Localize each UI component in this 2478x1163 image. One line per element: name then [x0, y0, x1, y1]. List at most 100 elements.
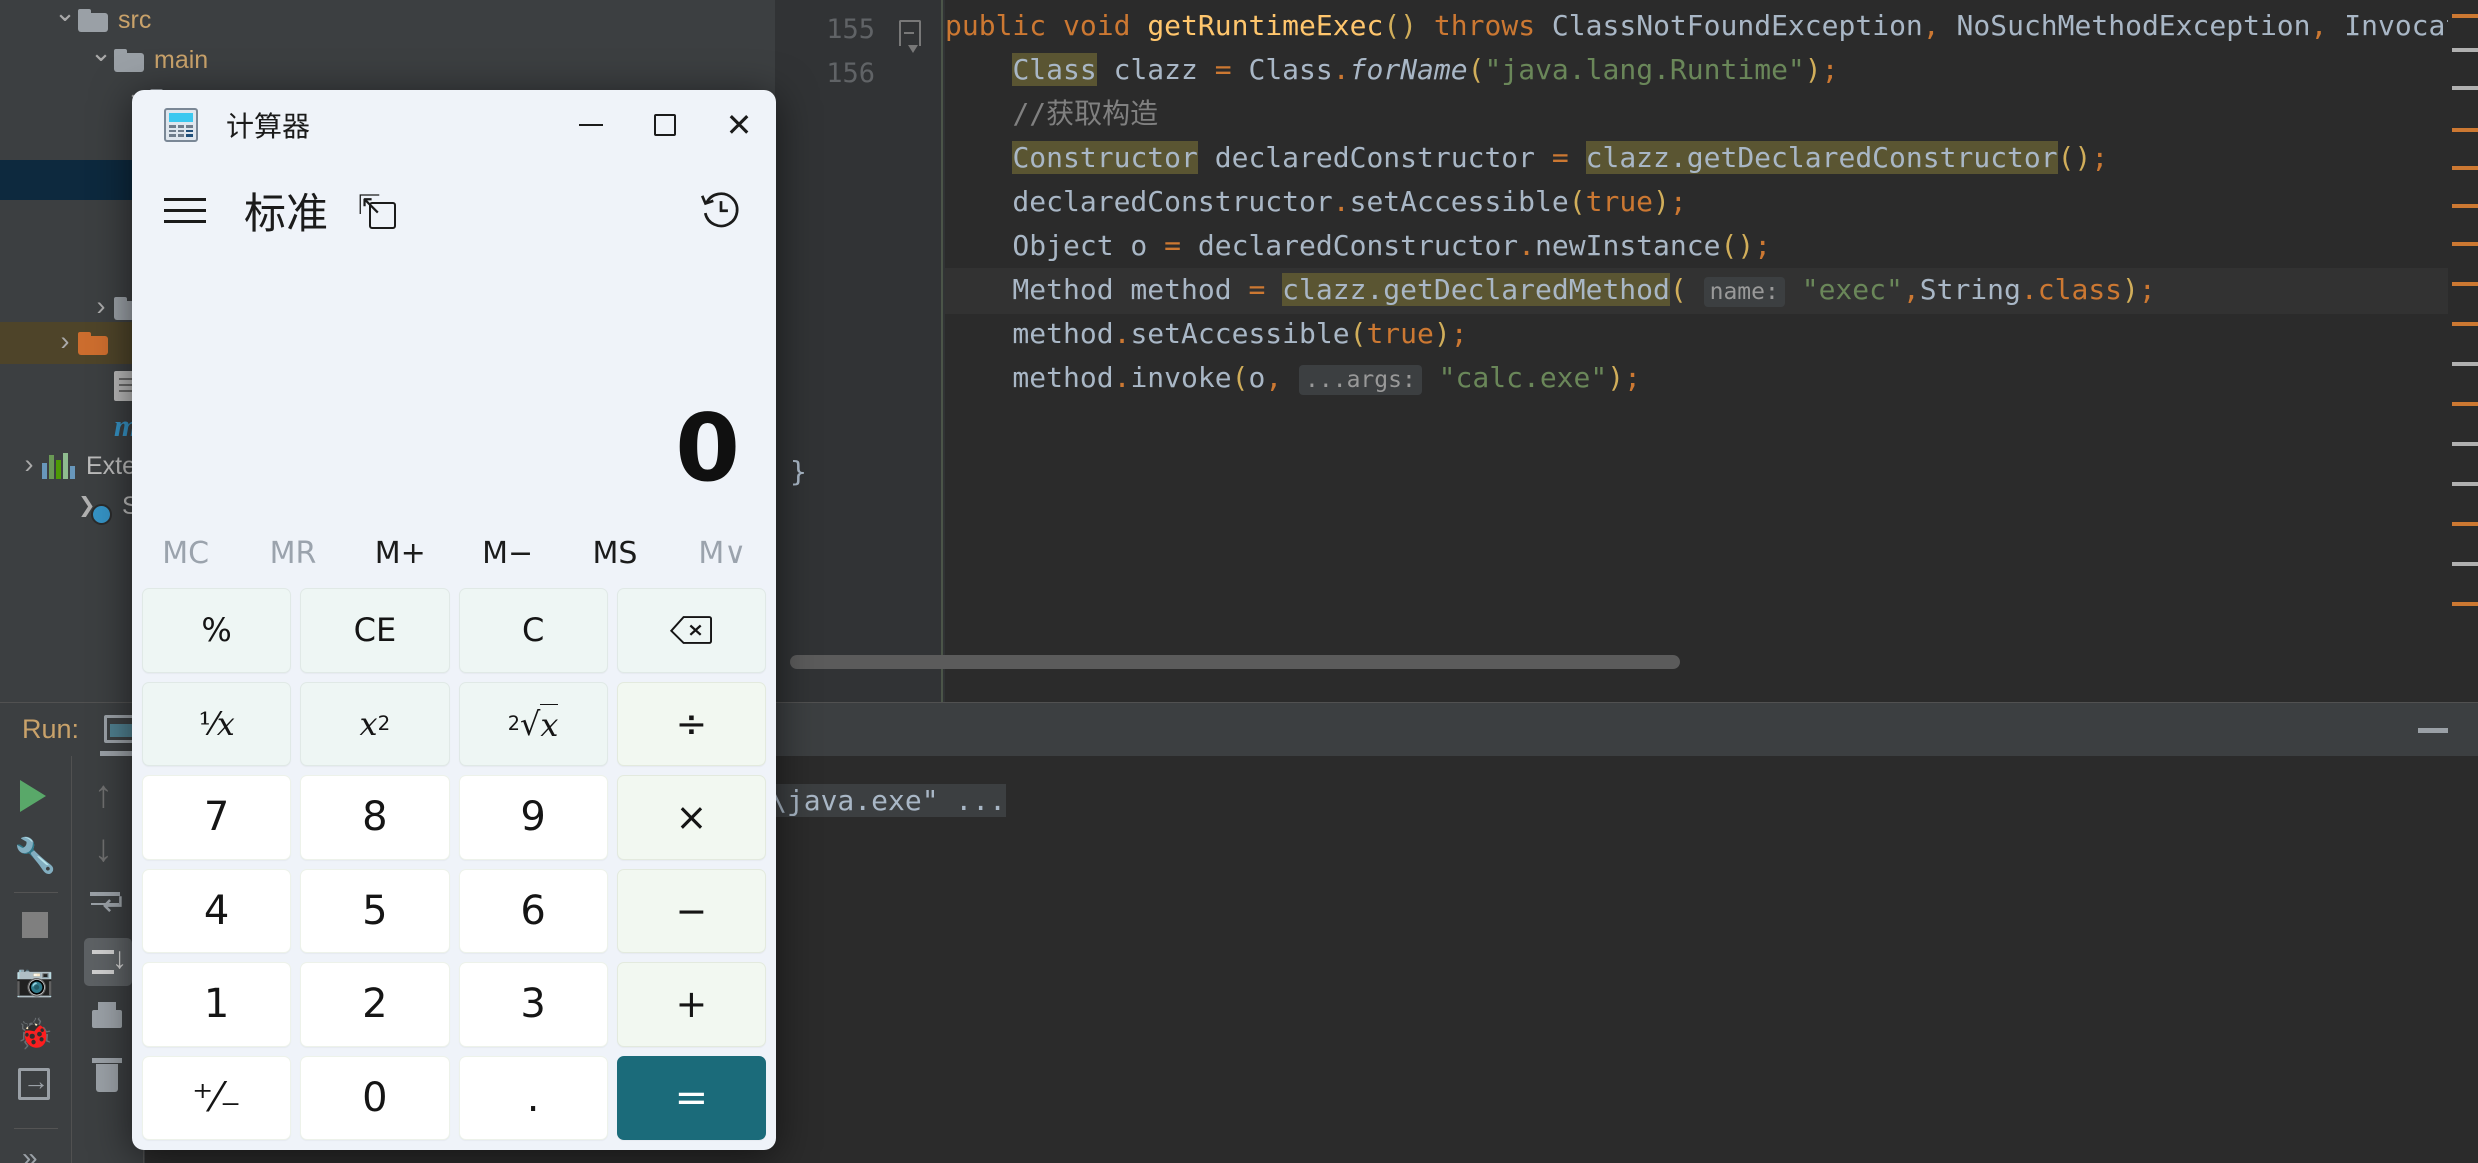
calculator-window[interactable]: 计算器 ✕ 标准 ⇱ 0 MC MR M+ M− MS M∨ % CE C ¹⁄… — [132, 90, 776, 1150]
tree-item-label: src — [118, 5, 152, 34]
keep-on-top-icon[interactable]: ⇱ — [358, 191, 397, 229]
clear-entry-key[interactable]: CE — [300, 588, 450, 673]
code-line: method.invoke(o, ...args: "calc.exe"); — [945, 361, 1641, 395]
bug-icon[interactable] — [14, 1012, 58, 1056]
subtract-key[interactable]: − — [616, 868, 766, 953]
tree-item-main[interactable]: main — [0, 40, 775, 80]
code-line: Constructor declaredConstructor = clazz.… — [1012, 141, 2109, 174]
memory-recall-button[interactable]: MR — [239, 522, 346, 584]
run-toolbar-primary: » — [0, 756, 72, 1163]
editor-marker — [2452, 48, 2478, 52]
editor-marker — [2452, 602, 2478, 606]
down-arrow-icon[interactable] — [86, 828, 130, 872]
folder-icon-orange — [78, 331, 108, 355]
zero-key[interactable]: 0 — [300, 1055, 450, 1140]
close-icon[interactable]: ✕ — [702, 90, 776, 160]
percent-key[interactable]: % — [142, 588, 292, 673]
scroll-to-end-icon[interactable] — [84, 938, 132, 986]
memory-clear-button[interactable]: MC — [132, 522, 239, 584]
minimize-icon[interactable] — [2418, 728, 2448, 733]
five-key[interactable]: 5 — [300, 868, 450, 953]
chevron-right-icon[interactable] — [52, 321, 78, 365]
backspace-key[interactable] — [616, 588, 766, 673]
memory-list-button[interactable]: M∨ — [669, 522, 776, 584]
maximize-icon[interactable] — [628, 90, 702, 160]
editor-marker — [2452, 242, 2478, 246]
calculator-mode-label: 标准 — [244, 188, 329, 238]
calculator-display: 0 — [132, 260, 776, 520]
add-key[interactable]: + — [616, 962, 766, 1047]
code-line: Class clazz = Class.forName("java.lang.R… — [1012, 53, 1839, 86]
hamburger-icon[interactable] — [164, 195, 206, 225]
tree-item-src[interactable]: src — [0, 0, 775, 40]
nine-key[interactable]: 9 — [458, 775, 608, 860]
soft-wrap-icon[interactable] — [86, 884, 130, 928]
decimal-key[interactable]: . — [458, 1055, 608, 1140]
code-fold-icon[interactable] — [899, 20, 921, 53]
camera-icon[interactable] — [14, 958, 58, 1002]
memory-add-button[interactable]: M+ — [347, 522, 454, 584]
editor-marker — [2452, 282, 2478, 286]
editor-marker — [2452, 402, 2478, 406]
code-fold-line — [941, 0, 943, 702]
editor-marker — [2452, 522, 2478, 526]
calculator-modebar: 标准 ⇱ — [132, 160, 776, 260]
window-controls: ✕ — [554, 90, 776, 160]
four-key[interactable]: 4 — [142, 868, 292, 953]
chevron-down-icon[interactable] — [52, 0, 78, 42]
code-close-brace: } — [790, 455, 807, 488]
trash-icon[interactable] — [86, 1054, 130, 1098]
tree-item-label: Exte — [86, 451, 137, 480]
print-icon[interactable] — [86, 998, 130, 1042]
seven-key[interactable]: 7 — [142, 775, 292, 860]
memory-store-button[interactable]: MS — [561, 522, 668, 584]
code-editor[interactable]: public void getRuntimeExec() throws Clas… — [945, 0, 2448, 660]
minimize-icon[interactable] — [554, 90, 628, 160]
chevron-right-icon[interactable] — [16, 444, 42, 488]
three-key[interactable]: 3 — [458, 962, 608, 1047]
memory-subtract-button[interactable]: M− — [454, 522, 561, 584]
square-root-key[interactable]: 2 √ x — [458, 681, 608, 766]
code-line: Object o = declaredConstructor.newInstan… — [945, 229, 1772, 262]
six-key[interactable]: 6 — [458, 868, 608, 953]
wrench-icon[interactable] — [14, 834, 58, 878]
equals-key[interactable]: = — [616, 1055, 766, 1140]
history-icon[interactable] — [698, 187, 744, 233]
folder-icon — [114, 48, 144, 72]
editor-marker — [2452, 86, 2478, 90]
code-line: public void getRuntimeExec() throws Clas… — [945, 9, 2448, 42]
console-output-line: \java.exe" ... — [770, 784, 1007, 817]
display-value: 0 — [675, 394, 740, 502]
eight-key[interactable]: 8 — [300, 775, 450, 860]
editor-gutter: 155 156 — [775, 0, 945, 702]
run-icon[interactable] — [14, 774, 58, 818]
up-arrow-icon[interactable] — [86, 774, 130, 818]
editor-horizontal-scrollbar[interactable] — [790, 655, 1680, 669]
reciprocal-key[interactable]: ¹⁄x — [142, 681, 292, 766]
more-icon[interactable]: » — [22, 1142, 38, 1163]
folder-icon — [78, 8, 108, 32]
multiply-key[interactable]: × — [616, 775, 766, 860]
clear-key[interactable]: C — [458, 588, 608, 673]
two-key[interactable]: 2 — [300, 962, 450, 1047]
run-panel-title: Run: — [22, 714, 80, 744]
tree-item-label: main — [154, 45, 209, 74]
editor-marker — [2452, 562, 2478, 566]
chevron-down-icon[interactable] — [88, 38, 114, 82]
calculator-icon — [164, 108, 198, 142]
libraries-icon — [42, 453, 76, 479]
divide-key[interactable]: ÷ — [616, 681, 766, 766]
exit-icon[interactable] — [18, 1066, 50, 1100]
square-key[interactable]: x2 — [300, 681, 450, 766]
editor-marker — [2452, 166, 2478, 170]
calculator-title: 计算器 — [226, 110, 311, 143]
stop-icon[interactable] — [14, 904, 58, 948]
code-line: declaredConstructor.setAccessible(true); — [945, 185, 1687, 218]
calculator-titlebar[interactable]: 计算器 ✕ — [132, 90, 776, 160]
one-key[interactable]: 1 — [142, 962, 292, 1047]
code-line: method.setAccessible(true); — [945, 317, 1468, 350]
negate-key[interactable]: ⁺⁄₋ — [142, 1055, 292, 1140]
editor-marker — [2452, 128, 2478, 132]
line-number: 155 — [826, 14, 875, 45]
editor-marker — [2452, 442, 2478, 446]
